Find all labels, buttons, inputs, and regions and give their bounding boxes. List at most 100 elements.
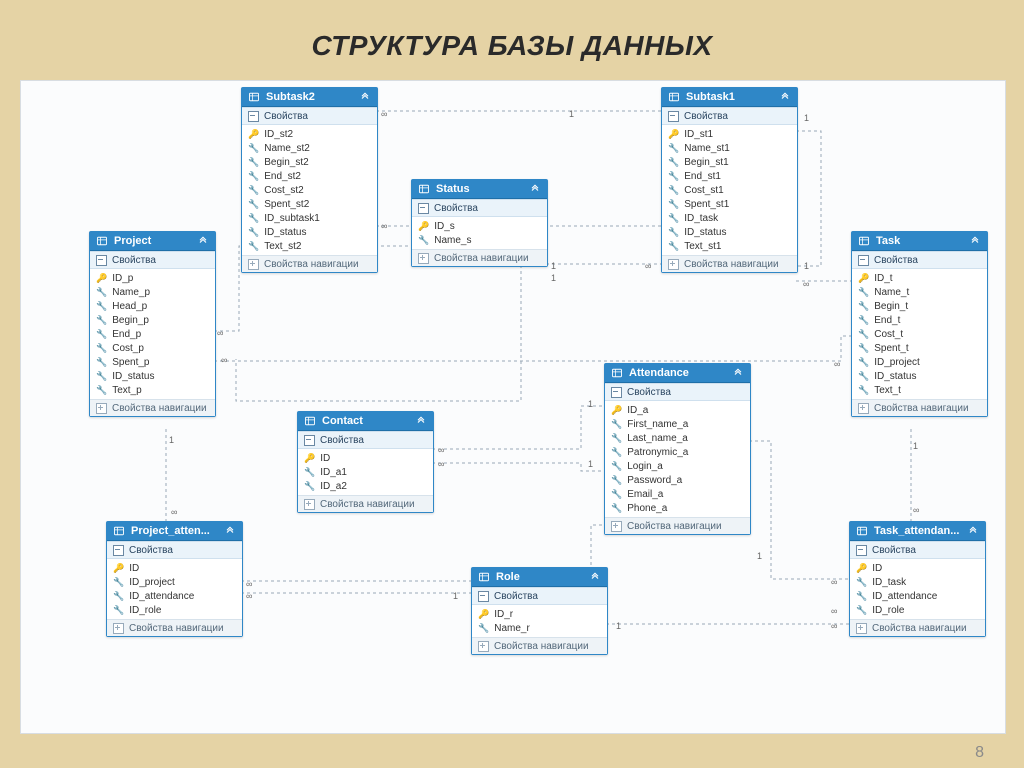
properties-section[interactable]: Свойства (412, 199, 547, 217)
collapse-icon[interactable] (478, 591, 489, 602)
entity-header[interactable]: Contact (298, 412, 433, 431)
nav-properties-section[interactable]: Свойства навигации (90, 399, 215, 416)
field-name: ID_subtask1 (264, 213, 320, 224)
field-name: ID_status (874, 371, 916, 382)
field-name: Begin_st2 (264, 157, 308, 168)
entity-header[interactable]: Subtask1 (662, 88, 797, 107)
chevron-up-icon[interactable] (967, 525, 979, 537)
properties-section[interactable]: Свойства (852, 251, 987, 269)
cardinality-label: 1 (616, 621, 621, 631)
entity-header[interactable]: Subtask2 (242, 88, 377, 107)
entity-task_attendance[interactable]: Task_attendan...Свойства🔑ID🔧ID_task🔧ID_a… (849, 521, 986, 637)
nav-properties-section[interactable]: Свойства навигации (850, 619, 985, 636)
nav-properties-section[interactable]: Свойства навигации (662, 255, 797, 272)
fields-list: 🔑ID_st2🔧Name_st2🔧Begin_st2🔧End_st2🔧Cost_… (242, 125, 377, 255)
wrench-icon: 🔧 (113, 591, 124, 602)
entity-header[interactable]: Project (90, 232, 215, 251)
expand-icon[interactable] (113, 623, 124, 634)
expand-icon[interactable] (858, 403, 869, 414)
collapse-icon[interactable] (668, 111, 679, 122)
entity-header[interactable]: Attendance (605, 364, 750, 383)
wrench-icon: 🔧 (668, 213, 679, 224)
entity-contact[interactable]: ContactСвойства🔑ID🔧ID_a1🔧ID_a2Свойства н… (297, 411, 434, 513)
properties-section[interactable]: Свойства (242, 107, 377, 125)
wrench-icon: 🔧 (96, 343, 107, 354)
entity-project_atten[interactable]: Project_atten...Свойства🔑ID🔧ID_project🔧I… (106, 521, 243, 637)
page-title: СТРУКТУРА БАЗЫ ДАННЫХ (0, 30, 1024, 62)
entity-project[interactable]: ProjectСвойства🔑ID_p🔧Name_p🔧Head_p🔧Begin… (89, 231, 216, 417)
chevron-up-icon[interactable] (589, 571, 601, 583)
field-name: ID (320, 453, 330, 464)
entity-task[interactable]: TaskСвойства🔑ID_t🔧Name_t🔧Begin_t🔧End_t🔧C… (851, 231, 988, 417)
nav-properties-section[interactable]: Свойства навигации (298, 495, 433, 512)
entity-header[interactable]: Task (852, 232, 987, 251)
nav-properties-section[interactable]: Свойства навигации (107, 619, 242, 636)
nav-properties-section[interactable]: Свойства навигации (242, 255, 377, 272)
cardinality-label: ∞ (221, 355, 227, 365)
expand-icon[interactable] (856, 623, 867, 634)
nav-properties-section[interactable]: Свойства навигации (852, 399, 987, 416)
collapse-icon[interactable] (611, 387, 622, 398)
entity-header[interactable]: Role (472, 568, 607, 587)
expand-icon[interactable] (248, 259, 259, 270)
properties-section[interactable]: Свойства (107, 541, 242, 559)
wrench-icon: 🔧 (668, 185, 679, 196)
chevron-up-icon[interactable] (359, 91, 371, 103)
nav-properties-section[interactable]: Свойства навигации (472, 637, 607, 654)
properties-section[interactable]: Свойства (605, 383, 750, 401)
entity-header[interactable]: Project_atten... (107, 522, 242, 541)
properties-section[interactable]: Свойства (472, 587, 607, 605)
wrench-icon: 🔧 (611, 461, 622, 472)
field-name: Password_a (627, 475, 682, 486)
expand-icon[interactable] (96, 403, 107, 414)
nav-properties-section[interactable]: Свойства навигации (412, 249, 547, 266)
table-icon (858, 235, 870, 247)
collapse-icon[interactable] (304, 435, 315, 446)
properties-section[interactable]: Свойства (662, 107, 797, 125)
field-name: Spent_t (874, 343, 908, 354)
entity-header[interactable]: Task_attendan... (850, 522, 985, 541)
collapse-icon[interactable] (858, 255, 869, 266)
entity-role[interactable]: RoleСвойства🔑ID_r🔧Name_rСвойства навигац… (471, 567, 608, 655)
chevron-up-icon[interactable] (969, 235, 981, 247)
cardinality-label: ∞ (246, 579, 252, 589)
chevron-up-icon[interactable] (779, 91, 791, 103)
expand-icon[interactable] (611, 521, 622, 532)
entity-subtask2[interactable]: Subtask2Свойства🔑ID_st2🔧Name_st2🔧Begin_s… (241, 87, 378, 273)
field-name: Name_st1 (684, 143, 730, 154)
collapse-icon[interactable] (248, 111, 259, 122)
field-name: ID_status (684, 227, 726, 238)
field-row: 🔧Text_st1 (662, 239, 797, 253)
cardinality-label: 1 (588, 399, 593, 409)
chevron-up-icon[interactable] (197, 235, 209, 247)
chevron-up-icon[interactable] (415, 415, 427, 427)
nav-properties-section[interactable]: Свойства навигации (605, 517, 750, 534)
expand-icon[interactable] (478, 641, 489, 652)
collapse-icon[interactable] (856, 545, 867, 556)
wrench-icon: 🔧 (856, 591, 867, 602)
entity-subtask1[interactable]: Subtask1Свойства🔑ID_st1🔧Name_st1🔧Begin_s… (661, 87, 798, 273)
field-row: 🔑ID_r (472, 607, 607, 621)
collapse-icon[interactable] (96, 255, 107, 266)
wrench-icon: 🔧 (858, 287, 869, 298)
chevron-up-icon[interactable] (529, 183, 541, 195)
fields-list: 🔑ID🔧ID_task🔧ID_attendance🔧ID_role (850, 559, 985, 619)
cardinality-label: 1 (757, 551, 762, 561)
wrench-icon: 🔧 (248, 171, 259, 182)
properties-section[interactable]: Свойства (298, 431, 433, 449)
chevron-up-icon[interactable] (732, 367, 744, 379)
expand-icon[interactable] (668, 259, 679, 270)
properties-section[interactable]: Свойства (90, 251, 215, 269)
entity-title: Project (114, 235, 191, 247)
properties-section[interactable]: Свойства (850, 541, 985, 559)
expand-icon[interactable] (418, 253, 429, 264)
wrench-icon: 🔧 (856, 605, 867, 616)
collapse-icon[interactable] (418, 203, 429, 214)
collapse-icon[interactable] (113, 545, 124, 556)
entity-attendance[interactable]: AttendanceСвойства🔑ID_a🔧First_name_a🔧Las… (604, 363, 751, 535)
entity-header[interactable]: Status (412, 180, 547, 199)
entity-status[interactable]: StatusСвойства🔑ID_s🔧Name_sСвойства навиг… (411, 179, 548, 267)
field-row: 🔧End_p (90, 327, 215, 341)
expand-icon[interactable] (304, 499, 315, 510)
chevron-up-icon[interactable] (224, 525, 236, 537)
